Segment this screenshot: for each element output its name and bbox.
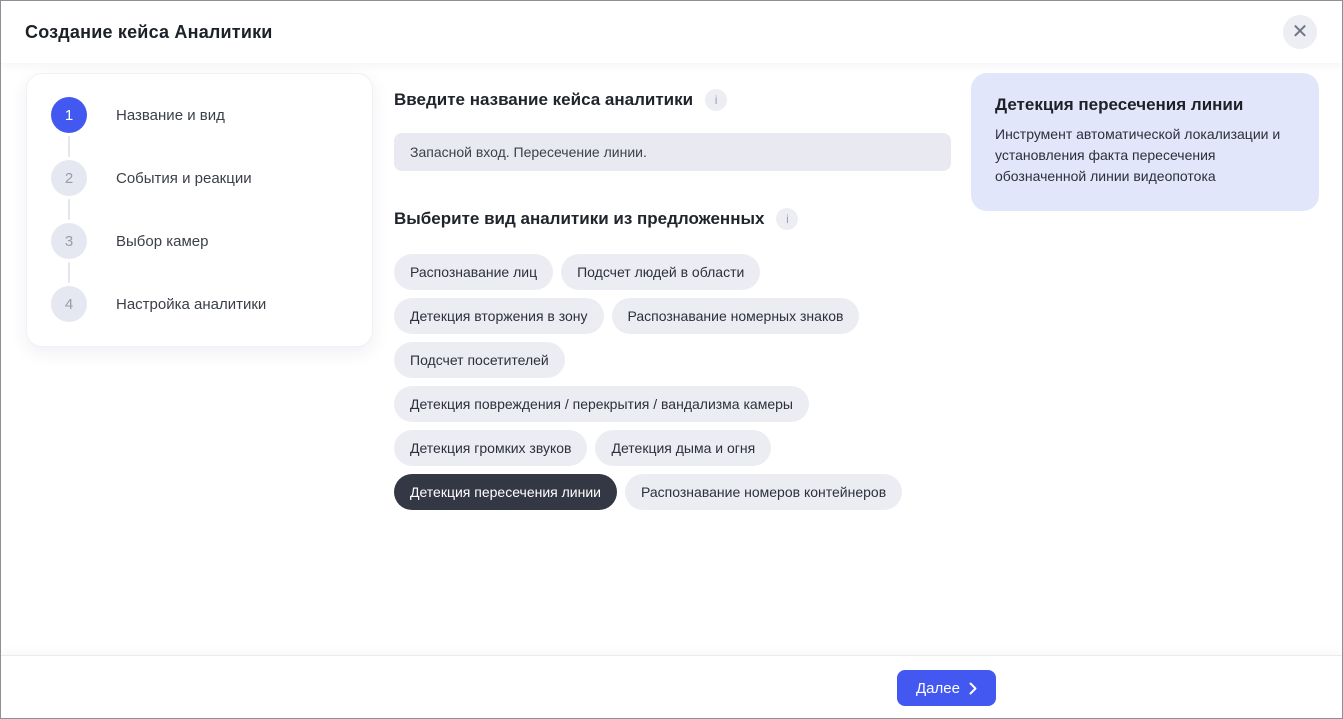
- stepper-step-3[interactable]: 3 Выбор камер: [51, 223, 348, 259]
- close-button[interactable]: ✕: [1283, 15, 1317, 49]
- stepper-steps: 1 Название и вид 2 События и реакции 3 Выбор …: [51, 97, 348, 322]
- dialog-header: Создание кейса Аналитики ✕: [1, 1, 1342, 63]
- next-button-label: Далее: [916, 680, 960, 697]
- type-section-heading-row: Выберите вид аналитики из предложенных i: [394, 208, 954, 230]
- step-number-badge: 2: [51, 160, 87, 196]
- step-label: События и реакции: [116, 170, 252, 187]
- name-section-heading-row: Введите название кейса аналитики i: [394, 89, 954, 111]
- dialog-title: Создание кейса Аналитики: [25, 22, 273, 43]
- analytics-description-panel: Детекция пересечения линии Инструмент ав…: [971, 73, 1319, 211]
- dialog-footer: Далее: [1, 655, 1342, 718]
- case-name-input[interactable]: [394, 133, 951, 171]
- stepper-panel: 1 Название и вид 2 События и реакции 3 Выбор …: [26, 73, 373, 347]
- analytics-type-chips: Распознавание лицПодсчет людей в области…: [394, 254, 929, 510]
- analytics-chip[interactable]: Распознавание лиц: [394, 254, 553, 290]
- analytics-description-text: Инструмент автоматической локализации и …: [995, 124, 1295, 187]
- main-content: Введите название кейса аналитики i Выбер…: [394, 89, 954, 510]
- next-button[interactable]: Далее: [897, 670, 996, 706]
- analytics-description-title: Детекция пересечения линии: [995, 95, 1295, 115]
- stepper-step-2[interactable]: 2 События и реакции: [51, 160, 348, 196]
- analytics-chip[interactable]: Распознавание номеров контейнеров: [625, 474, 902, 510]
- step-label: Выбор камер: [116, 233, 208, 250]
- type-section-heading: Выберите вид аналитики из предложенных: [394, 209, 764, 229]
- analytics-chip[interactable]: Детекция громких звуков: [394, 430, 587, 466]
- step-number-badge: 1: [51, 97, 87, 133]
- name-section-heading: Введите название кейса аналитики: [394, 90, 693, 110]
- analytics-chip[interactable]: Подсчет посетителей: [394, 342, 565, 378]
- step-label: Настройка аналитики: [116, 296, 266, 313]
- stepper-step-4[interactable]: 4 Настройка аналитики: [51, 286, 348, 322]
- stepper-step-1[interactable]: 1 Название и вид: [51, 97, 348, 133]
- step-connector: [68, 136, 70, 157]
- step-number-badge: 4: [51, 286, 87, 322]
- analytics-chip[interactable]: Распознавание номерных знаков: [612, 298, 860, 334]
- analytics-chip[interactable]: Детекция пересечения линии: [394, 474, 617, 510]
- step-number-badge: 3: [51, 223, 87, 259]
- close-icon: ✕: [1292, 22, 1309, 42]
- chevron-right-icon: [969, 682, 977, 695]
- step-connector: [68, 199, 70, 220]
- analytics-chip[interactable]: Детекция вторжения в зону: [394, 298, 604, 334]
- analytics-chip[interactable]: Детекция повреждения / перекрытия / ванд…: [394, 386, 809, 422]
- step-connector: [68, 262, 70, 283]
- step-label: Название и вид: [116, 107, 225, 124]
- info-icon[interactable]: i: [776, 208, 798, 230]
- analytics-chip[interactable]: Детекция дыма и огня: [595, 430, 771, 466]
- create-analytics-case-dialog: Создание кейса Аналитики ✕ 1 Название и в…: [0, 0, 1343, 719]
- info-icon[interactable]: i: [705, 89, 727, 111]
- analytics-chip[interactable]: Подсчет людей в области: [561, 254, 760, 290]
